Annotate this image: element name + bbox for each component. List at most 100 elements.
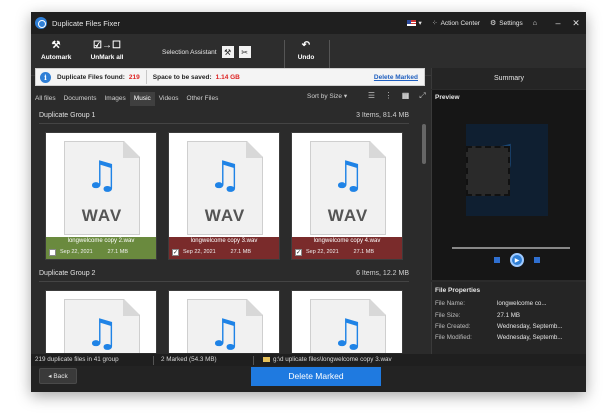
close-button[interactable]: ✕ (568, 18, 584, 29)
duplicates-grid: Duplicate Group 1 3 Items, 81.4 MB ♫ WAV… (31, 110, 420, 353)
delete-marked-link[interactable]: Delete Marked (374, 74, 418, 81)
found-label: Duplicate Files found: (57, 73, 125, 81)
group-count: 3 Items, 81.4 MB (356, 112, 409, 119)
tab-images[interactable]: Images (100, 92, 129, 106)
gear-icon: ⚙ (489, 20, 497, 27)
status-divider (253, 356, 254, 365)
preview-label: Preview (435, 94, 460, 101)
toolbar-divider (329, 40, 330, 70)
automark-button[interactable]: ⚒ Automark (41, 40, 71, 61)
tab-other-files[interactable]: Other Files (183, 92, 223, 106)
language-selector[interactable]: ▾ (407, 19, 422, 27)
preview-film-icon (466, 146, 510, 196)
file-properties-title: File Properties (435, 287, 481, 294)
selection-assistant-settings-button[interactable]: ✂ (238, 46, 251, 58)
wav-file-icon: ♫ (187, 299, 263, 353)
property-row: File Name: longwelcome co... (435, 300, 585, 307)
play-icon: ▶ (514, 257, 520, 264)
group-title: Duplicate Group 1 (39, 112, 96, 119)
property-row: File Size: 27.1 MB (435, 312, 585, 319)
settings-button[interactable]: ⚙ Settings (489, 19, 523, 28)
preview-pane: Preview ♫ ▶ (431, 90, 586, 280)
file-card[interactable]: ♫ (45, 290, 157, 353)
property-value: 27.1 MB (497, 312, 521, 319)
property-value: Wednesday, Septemb... (497, 323, 563, 330)
tab-videos[interactable]: Videos (155, 92, 183, 106)
property-label: File Size: (435, 312, 461, 319)
info-icon: i (40, 71, 51, 83)
property-label: File Created: (435, 323, 471, 330)
file-date: Sep 22, 2021 (60, 249, 93, 255)
group-title: Duplicate Group 2 (39, 270, 96, 277)
tab-music[interactable]: Music (129, 92, 155, 106)
expand-icon[interactable]: ⤢ (416, 91, 429, 101)
status-marked: 2 Marked (54.3 MB) (161, 356, 217, 363)
property-value: longwelcome co... (497, 300, 547, 307)
results-info-bar: i Duplicate Files found: 219 Space to be… (35, 68, 425, 86)
title-bar-controls: ▾ ⁘ Action Center ⚙ Settings ⌂ – ✕ (407, 12, 586, 34)
preview-seek-bar[interactable] (452, 247, 570, 249)
action-center-button[interactable]: ⁘ Action Center (432, 19, 480, 28)
undo-label: Undo (297, 54, 315, 61)
file-card[interactable]: ♫ (168, 290, 280, 353)
grid-view-icon[interactable]: ▦ (399, 91, 412, 101)
status-path: g:\d uplicate files\longwelcome copy 3.w… (263, 356, 392, 363)
close-icon: ✕ (572, 17, 580, 28)
wav-file-icon: ♫ WAV (187, 141, 263, 235)
file-checkbox-checked[interactable]: ✓ (172, 249, 179, 256)
tab-documents[interactable]: Documents (60, 92, 101, 106)
selection-assistant-tool-button[interactable]: ⚒ (221, 46, 234, 58)
chevron-down-icon: ▾ (418, 20, 422, 27)
store-button[interactable]: ⌂ (533, 20, 540, 27)
unmark-all-button[interactable]: ☑→☐ UnMark all (87, 40, 127, 61)
app-window: Duplicate Files Fixer ▾ ⁘ Action Center … (31, 12, 586, 392)
file-card[interactable]: ♫ WAV longwelcome copy 2.wav Sep 22, 202… (45, 132, 157, 260)
chevron-down-icon: ▾ (343, 93, 348, 100)
store-icon: ⌂ (532, 19, 537, 27)
group-count: 6 Items, 12.2 MB (356, 270, 409, 277)
sort-by-dropdown[interactable]: Sort by Size ▾ (307, 92, 347, 100)
app-title: Duplicate Files Fixer (52, 18, 120, 28)
file-card[interactable]: ♫ WAV longwelcome copy 4.wav ✓ Sep 22, 2… (291, 132, 403, 260)
scrollbar-thumb[interactable] (422, 124, 426, 164)
file-card-footer: longwelcome copy 3.wav ✓ Sep 22, 2021 27… (169, 237, 279, 259)
group-header[interactable]: Duplicate Group 2 6 Items, 12.2 MB (39, 270, 409, 282)
file-card[interactable]: ♫ WAV longwelcome copy 3.wav ✓ Sep 22, 2… (168, 132, 280, 260)
space-value: 1.14 GB (215, 73, 240, 81)
property-row: File Modified: Wednesday, Septemb... (435, 334, 585, 341)
property-row: File Created: Wednesday, Septemb... (435, 323, 585, 330)
file-extension: WAV (204, 206, 246, 225)
status-divider (153, 356, 154, 365)
property-label: File Modified: (435, 334, 472, 341)
detail-view-icon[interactable]: ⋮ (382, 91, 395, 101)
property-label: File Name: (435, 300, 465, 307)
file-checkbox-checked[interactable]: ✓ (295, 249, 302, 256)
file-card-footer: longwelcome copy 2.wav Sep 22, 2021 27.1… (46, 237, 156, 259)
automark-label: Automark (41, 54, 72, 61)
grid-scrollbar[interactable] (420, 110, 428, 353)
file-card[interactable]: ♫ (291, 290, 403, 353)
minimize-button[interactable]: – (550, 18, 566, 28)
file-extension: WAV (81, 206, 123, 225)
undo-button[interactable]: ↶ Undo (294, 40, 318, 61)
play-button[interactable]: ▶ (510, 253, 524, 267)
file-card-footer: longwelcome copy 4.wav ✓ Sep 22, 2021 27… (292, 237, 402, 259)
music-note-icon: ♫ (208, 153, 243, 197)
app-logo-icon (35, 17, 47, 29)
file-name: longwelcome copy 2.wav (67, 238, 135, 244)
action-center-label: Action Center (440, 19, 480, 27)
file-date: Sep 22, 2021 (306, 249, 339, 255)
delete-marked-button[interactable]: Delete Marked (251, 367, 381, 386)
back-label: Back (53, 373, 68, 380)
group-header[interactable]: Duplicate Group 1 3 Items, 81.4 MB (39, 112, 409, 124)
next-icon[interactable] (534, 257, 540, 263)
previous-icon[interactable] (494, 257, 500, 263)
tab-all-files[interactable]: All files (31, 92, 60, 106)
back-button[interactable]: ◂ Back (39, 368, 77, 384)
unmark-icon: ☑→☐ (93, 40, 121, 51)
file-name: longwelcome copy 4.wav (313, 238, 381, 244)
info-divider (145, 70, 147, 84)
file-date: Sep 22, 2021 (183, 249, 216, 255)
file-checkbox[interactable] (49, 249, 56, 256)
list-view-icon[interactable]: ☰ (365, 91, 378, 101)
